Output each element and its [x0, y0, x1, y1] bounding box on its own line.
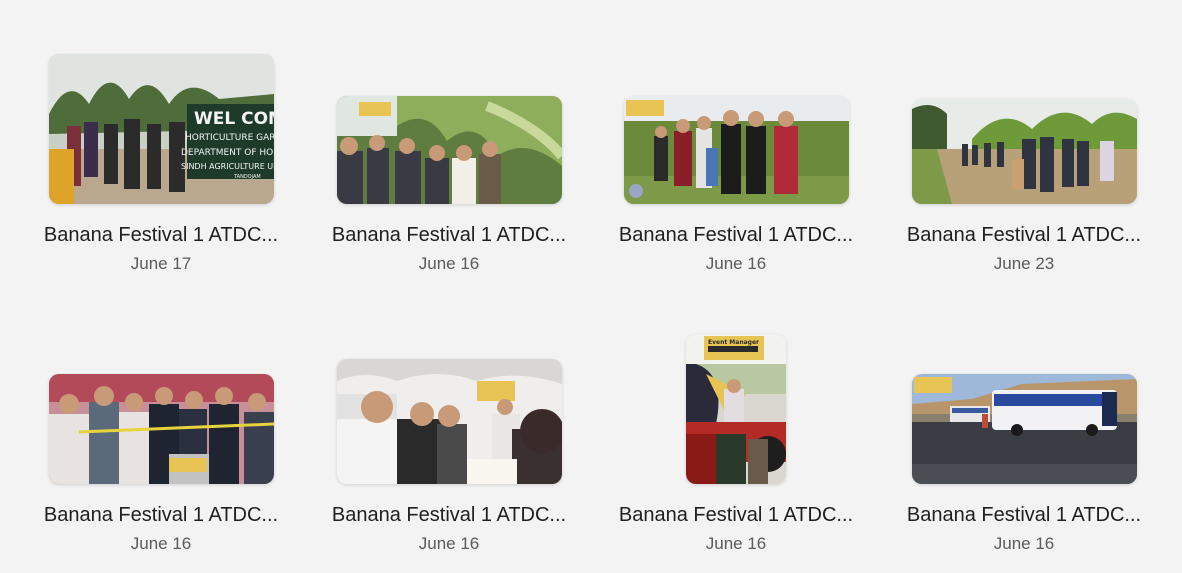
photo-date: June 16	[418, 254, 480, 273]
gallery-tile[interactable]: Banana Festival 1 ATDC... June 23	[899, 54, 1149, 314]
gallery-tile[interactable]: Banana Festival 1 ATDC... June 16	[611, 54, 861, 314]
photo-title[interactable]: Banana Festival 1 ATDC...	[324, 224, 574, 247]
gallery-tile[interactable]: Banana Festival 1 ATDC... June 16	[899, 334, 1149, 573]
photo-date: June 23	[993, 254, 1055, 273]
thumbnail-banana-plantation-group[interactable]	[336, 96, 562, 204]
photo-title[interactable]: Banana Festival 1 ATDC...	[611, 224, 861, 247]
gallery-tile[interactable]: WEL COME HORTICULTURE GAR DEPARTMENT OF …	[36, 54, 286, 314]
photo-date: June 16	[993, 534, 1055, 553]
thumbnail-welcome-sign[interactable]: WEL COME HORTICULTURE GAR DEPARTMENT OF …	[48, 54, 274, 204]
svg-text:SINDH AGRICULTURE UNIVE: SINDH AGRICULTURE UNIVE	[181, 162, 274, 171]
svg-text:DEPARTMENT OF HORTICUL: DEPARTMENT OF HORTICUL	[181, 148, 274, 158]
thumbnail-group-in-field[interactable]	[623, 96, 849, 204]
welcome-sign-text: WEL COME	[194, 109, 274, 129]
photo-title[interactable]: Banana Festival 1 ATDC...	[899, 504, 1149, 527]
gallery-tile[interactable]: Banana Festival 1 ATDC... June 16	[36, 334, 286, 573]
thumbnail-ribbon-cutting[interactable]	[48, 374, 274, 484]
thumbnail-buses-on-road[interactable]	[911, 374, 1137, 484]
thumbnail-path-banana-trees[interactable]	[911, 99, 1137, 204]
photo-date: June 16	[130, 534, 192, 553]
gallery-tile[interactable]: Banana Festival 1 ATDC... June 16	[324, 54, 574, 314]
photo-title[interactable]: Banana Festival 1 ATDC...	[324, 504, 574, 527]
photo-title[interactable]: Banana Festival 1 ATDC...	[36, 224, 286, 247]
photo-date: June 16	[705, 534, 767, 553]
photo-date: June 16	[418, 534, 480, 553]
photo-date: June 16	[705, 254, 767, 273]
svg-text:HORTICULTURE GAR: HORTICULTURE GAR	[185, 133, 274, 143]
photo-title[interactable]: Banana Festival 1 ATDC...	[36, 504, 286, 527]
thumbnail-tractor-event[interactable]: Event Manager	[686, 334, 786, 484]
event-banner-text: Event Manager	[708, 339, 759, 346]
gallery-tile[interactable]: Event Manager Banana Festival 1 ATDC... …	[611, 334, 861, 573]
gallery-tile[interactable]: Banana Festival 1 ATDC... June 16	[324, 334, 574, 573]
photo-date: June 17	[130, 254, 192, 273]
svg-text:TANDOJAM: TANDOJAM	[233, 174, 261, 180]
photo-gallery-grid: WEL COME HORTICULTURE GAR DEPARTMENT OF …	[0, 0, 1182, 573]
photo-title[interactable]: Banana Festival 1 ATDC...	[899, 224, 1149, 247]
thumbnail-men-under-tent[interactable]	[336, 359, 562, 484]
photo-title[interactable]: Banana Festival 1 ATDC...	[611, 504, 861, 527]
